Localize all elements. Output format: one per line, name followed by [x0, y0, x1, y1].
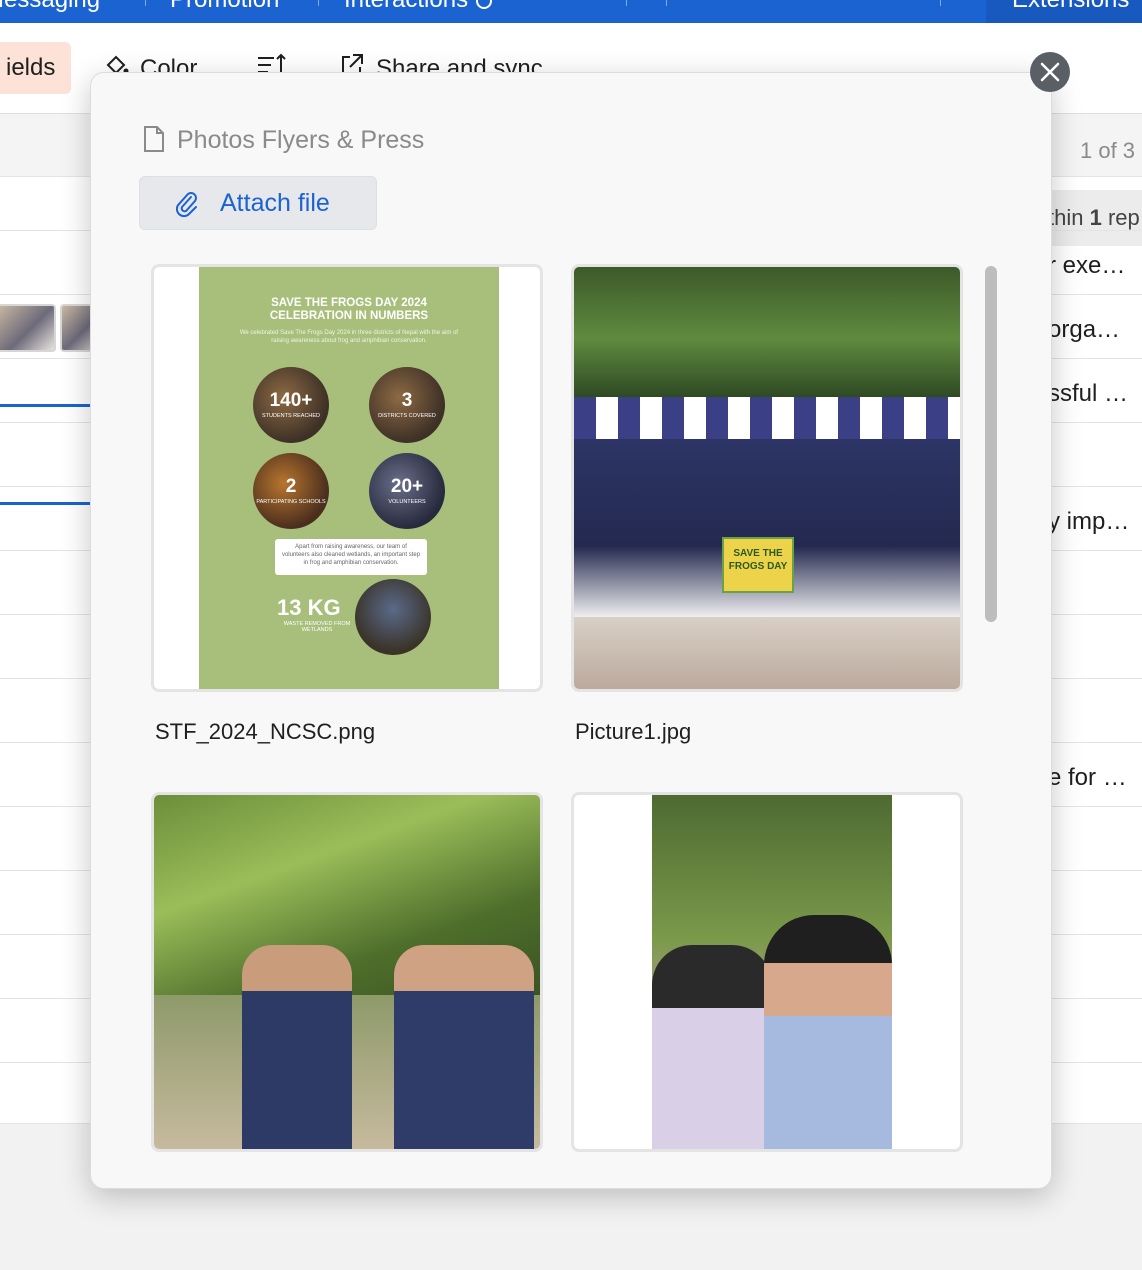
nav-divider — [666, 0, 667, 6]
nav-divider — [626, 0, 627, 6]
attachment-file-name: STF_2024_NCSC.png — [155, 719, 376, 744]
poster-subtitle: We celebrated Save The Frogs Day 2024 in… — [239, 330, 459, 344]
filter-summary: thin 1 rep — [1040, 190, 1142, 246]
top-nav: Messaging Promotion Interactions Extensi… — [0, 0, 1142, 23]
nav-divider — [145, 0, 146, 6]
filter-summary-suffix: rep — [1101, 205, 1140, 230]
poster-note: Apart from raising awareness, our team o… — [275, 539, 427, 575]
attach-file-label: Attach file — [220, 189, 330, 217]
nav-tab-interactions[interactable]: Interactions — [344, 0, 493, 14]
photo-painter — [652, 945, 772, 1149]
grid-cell-text[interactable]: e for … — [1048, 764, 1127, 792]
hide-fields-button[interactable]: ields — [0, 42, 72, 94]
nav-tab-messaging[interactable]: Messaging — [0, 0, 100, 14]
stat-number: 140+ — [269, 390, 313, 411]
dialog-scrollbar[interactable] — [985, 266, 997, 622]
attachment-card[interactable] — [571, 792, 963, 1152]
photo-ground — [574, 617, 960, 689]
photo-child — [764, 915, 892, 1149]
paperclip-icon — [175, 192, 197, 218]
attachment-file-name: Picture1.jpg — [575, 719, 692, 744]
nav-tab-promotion[interactable]: Promotion — [170, 0, 279, 14]
grid-cell-text[interactable]: y imp… — [1048, 508, 1129, 536]
nav-tab-interactions-label: Interactions — [344, 0, 468, 13]
selected-row-indicator — [0, 502, 92, 505]
poster-title: SAVE THE FROGS DAY 2024 CELEBRATION IN N… — [199, 297, 499, 323]
nav-divider — [318, 0, 319, 6]
document-icon — [144, 126, 164, 152]
filter-summary-prefix: thin — [1048, 205, 1090, 230]
stat-number: 3 — [401, 390, 413, 411]
poster-title-line: CELEBRATION IN NUMBERS — [269, 310, 429, 322]
attachment-card[interactable]: SAVE THE FROGS DAY 2024 CELEBRATION IN N… — [151, 264, 543, 692]
poster-photo-circle — [355, 579, 431, 655]
close-dialog-button[interactable] — [1030, 52, 1070, 92]
pagination-label: 1 of 3 — [1080, 138, 1136, 163]
nav-divider — [940, 0, 941, 6]
stat-number: 20+ — [390, 476, 424, 497]
photo-officer — [394, 945, 534, 1149]
stat-label: PARTICIPATING SCHOOLS — [256, 499, 326, 505]
poster-waste-number: 13 KG — [277, 595, 341, 620]
close-icon — [1040, 62, 1060, 82]
stat-label: VOLUNTEERS — [388, 499, 426, 505]
grid-cell-text[interactable]: r exe… — [1048, 252, 1125, 280]
field-title-text: Photos Flyers & Press — [177, 126, 425, 154]
stat-circle: 2 PARTICIPATING SCHOOLS — [253, 453, 329, 529]
selected-row-indicator — [0, 404, 92, 407]
field-title: Photos Flyers & Press — [143, 125, 424, 155]
attachment-card[interactable] — [151, 792, 543, 1152]
photo-trees — [574, 267, 960, 397]
info-icon — [476, 0, 493, 9]
stat-number: 2 — [285, 476, 297, 497]
photo-sign: SAVE THE FROGS DAY — [722, 537, 794, 593]
attachment-card[interactable]: SAVE THE FROGS DAY — [571, 264, 963, 692]
stat-circle: 140+ STUDENTS REACHED — [253, 367, 329, 443]
attach-file-button[interactable]: Attach file — [139, 176, 377, 230]
stat-circle: 3 DISTRICTS COVERED — [369, 367, 445, 443]
photo-officer — [242, 945, 352, 1149]
stat-label: STUDENTS REACHED — [261, 413, 321, 419]
grid-cell-text[interactable]: orga… — [1048, 316, 1120, 344]
stat-label: DISTRICTS COVERED — [378, 413, 436, 419]
infographic-preview: SAVE THE FROGS DAY 2024 CELEBRATION IN N… — [199, 267, 499, 689]
filter-summary-count: 1 — [1089, 205, 1102, 230]
poster-title-line: SAVE THE FROGS DAY 2024 — [271, 297, 427, 309]
grid-cell-text[interactable]: ssful … — [1048, 380, 1128, 408]
attachments-dialog: Photos Flyers & Press Attach file SAVE T… — [90, 72, 1052, 1189]
poster-waste-label: WASTE REMOVED FROM WETLANDS — [283, 621, 351, 633]
stat-circle: 20+ VOLUNTEERS — [369, 453, 445, 529]
nav-tab-extensions[interactable]: Extensions — [1012, 0, 1129, 14]
attachment-thumbnail[interactable] — [0, 304, 56, 352]
